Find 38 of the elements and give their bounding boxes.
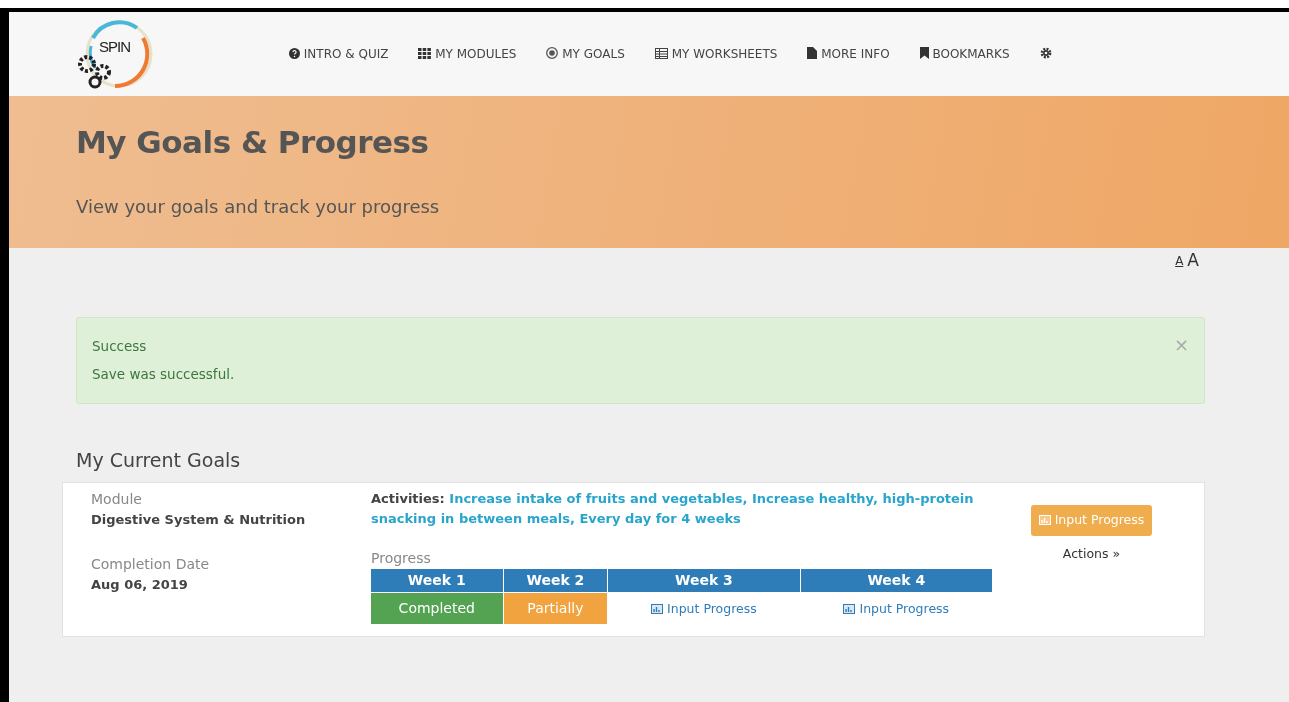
bookmark-icon (919, 47, 929, 59)
table-icon (654, 48, 668, 59)
chart-icon (651, 604, 664, 614)
activities-text: Activities: Increase intake of fruits and vegetables, Increase healthy, high-protein snacking in between meals, Every day for 4 weeks (371, 490, 975, 528)
page-subtitle: View your goals and track your progress (76, 195, 441, 220)
week-header: Week 2 (503, 569, 608, 592)
nav-link[interactable]: MORE INFO (807, 45, 890, 63)
nav-link[interactable]: MY MODULES (418, 45, 517, 63)
section-title: My Current Goals (76, 447, 242, 473)
progress-label: Progress (371, 549, 432, 568)
nav-link[interactable]: INTRO & QUIZ (289, 45, 389, 63)
nav-link[interactable]: MY WORKSHEETS (654, 45, 778, 63)
week-header: Week 3 (608, 569, 800, 592)
settings-icon (1039, 47, 1052, 59)
module-label: Module (91, 490, 143, 509)
help-icon (289, 48, 300, 59)
completion-date: Aug 06, 2019 (91, 575, 189, 594)
document-icon (807, 47, 818, 59)
target-icon (546, 47, 559, 59)
week-header: Week 1 (371, 569, 503, 592)
page-title: My Goals & Progress (76, 124, 430, 162)
week-status: Partially (503, 593, 608, 624)
chart-icon (1038, 515, 1051, 525)
input-progress-link[interactable]: Input Progress (651, 601, 757, 616)
nav-link[interactable]: BOOKMARKS (919, 45, 1010, 63)
alert-message: Save was successful. (92, 365, 235, 385)
increase-font-button[interactable]: A (1185, 252, 1201, 269)
chart-icon (843, 604, 856, 614)
week-status: Completed (371, 593, 503, 624)
decrease-font-button[interactable]: A (1173, 252, 1186, 269)
date-label: Completion Date (91, 554, 211, 574)
input-progress-link[interactable]: Input Progress (843, 601, 950, 616)
week-header: Week 4 (800, 569, 992, 592)
grid-icon (418, 48, 432, 59)
alert-title: Success (92, 337, 148, 356)
nav-link[interactable]: MY GOALS (546, 45, 625, 63)
actions-dropdown[interactable]: Actions » (1056, 543, 1127, 565)
module-name: Digestive System & Nutrition (91, 511, 307, 529)
